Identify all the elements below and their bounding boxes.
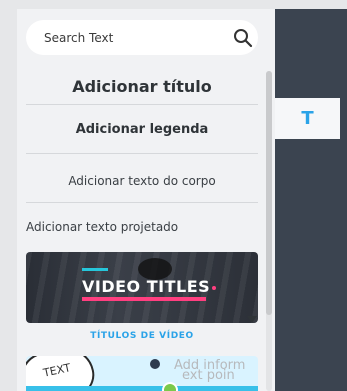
number-badge — [162, 382, 178, 391]
number-badge — [150, 359, 160, 369]
search-box[interactable] — [26, 20, 258, 57]
text-tab-button[interactable]: T — [275, 98, 340, 139]
side-toolbar — [275, 9, 347, 391]
search-input[interactable] — [42, 20, 226, 57]
video-titles-thumbnail[interactable]: VIDEO TITLES — [26, 252, 258, 323]
accent-dot — [212, 286, 216, 290]
thumbnail-text: VIDEO TITLES — [82, 277, 211, 296]
text-panel: Adicionar título Adicionar legenda Adici… — [17, 9, 275, 391]
chevron-down-icon[interactable] — [247, 316, 257, 323]
info-text: ext poin — [182, 368, 235, 383]
scrollbar[interactable] — [266, 71, 272, 315]
text-icon: T — [301, 108, 314, 129]
accent-bar — [82, 268, 108, 271]
category-label[interactable]: TÍTULOS DE VÍDEO — [26, 331, 258, 341]
add-title-option[interactable]: Adicionar título — [26, 77, 258, 96]
text-template-thumbnail[interactable]: TEXT Add inform ext poin — [26, 356, 258, 391]
add-subtitle-option[interactable]: Adicionar legenda — [26, 122, 258, 137]
accent-band — [26, 386, 258, 391]
search-icon[interactable] — [233, 28, 253, 48]
divider — [26, 153, 258, 154]
add-body-text-option[interactable]: Adicionar texto do corpo — [26, 174, 258, 188]
bubble-text: TEXT — [41, 361, 72, 380]
accent-bar — [82, 297, 206, 301]
divider — [26, 202, 258, 203]
divider — [26, 104, 258, 105]
designed-text-heading: Adicionar texto projetado — [26, 220, 179, 234]
